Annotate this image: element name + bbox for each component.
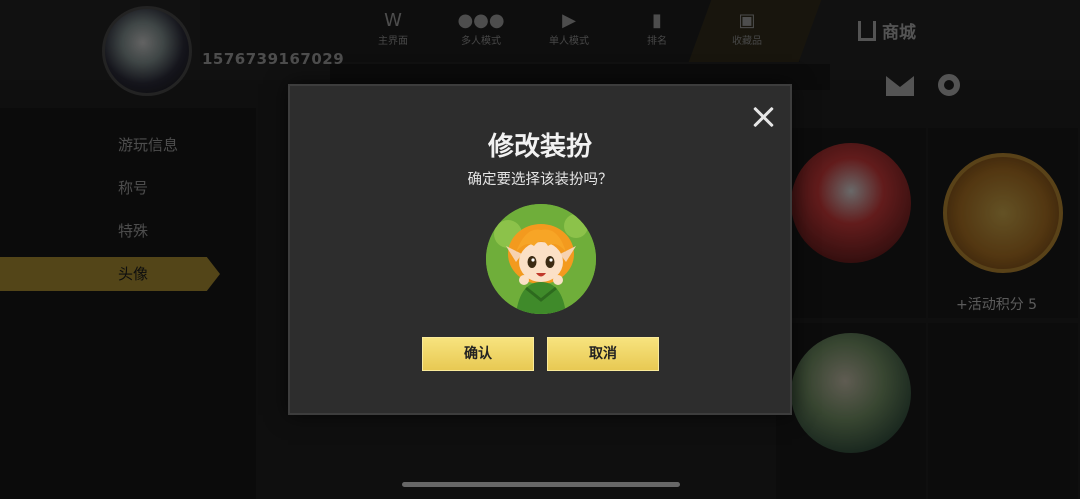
dialog-message: 确定要选择该装扮吗？ [467, 172, 613, 188]
change-outfit-dialog: 修改装扮 确定要选择该装扮吗？ 确认 取消 [288, 84, 792, 415]
confirm-button[interactable]: 确认 [422, 337, 534, 371]
elf-girl-avatar-icon [486, 204, 596, 314]
cancel-button[interactable]: 取消 [547, 337, 659, 371]
dialog-title: 修改装扮 [487, 132, 592, 162]
